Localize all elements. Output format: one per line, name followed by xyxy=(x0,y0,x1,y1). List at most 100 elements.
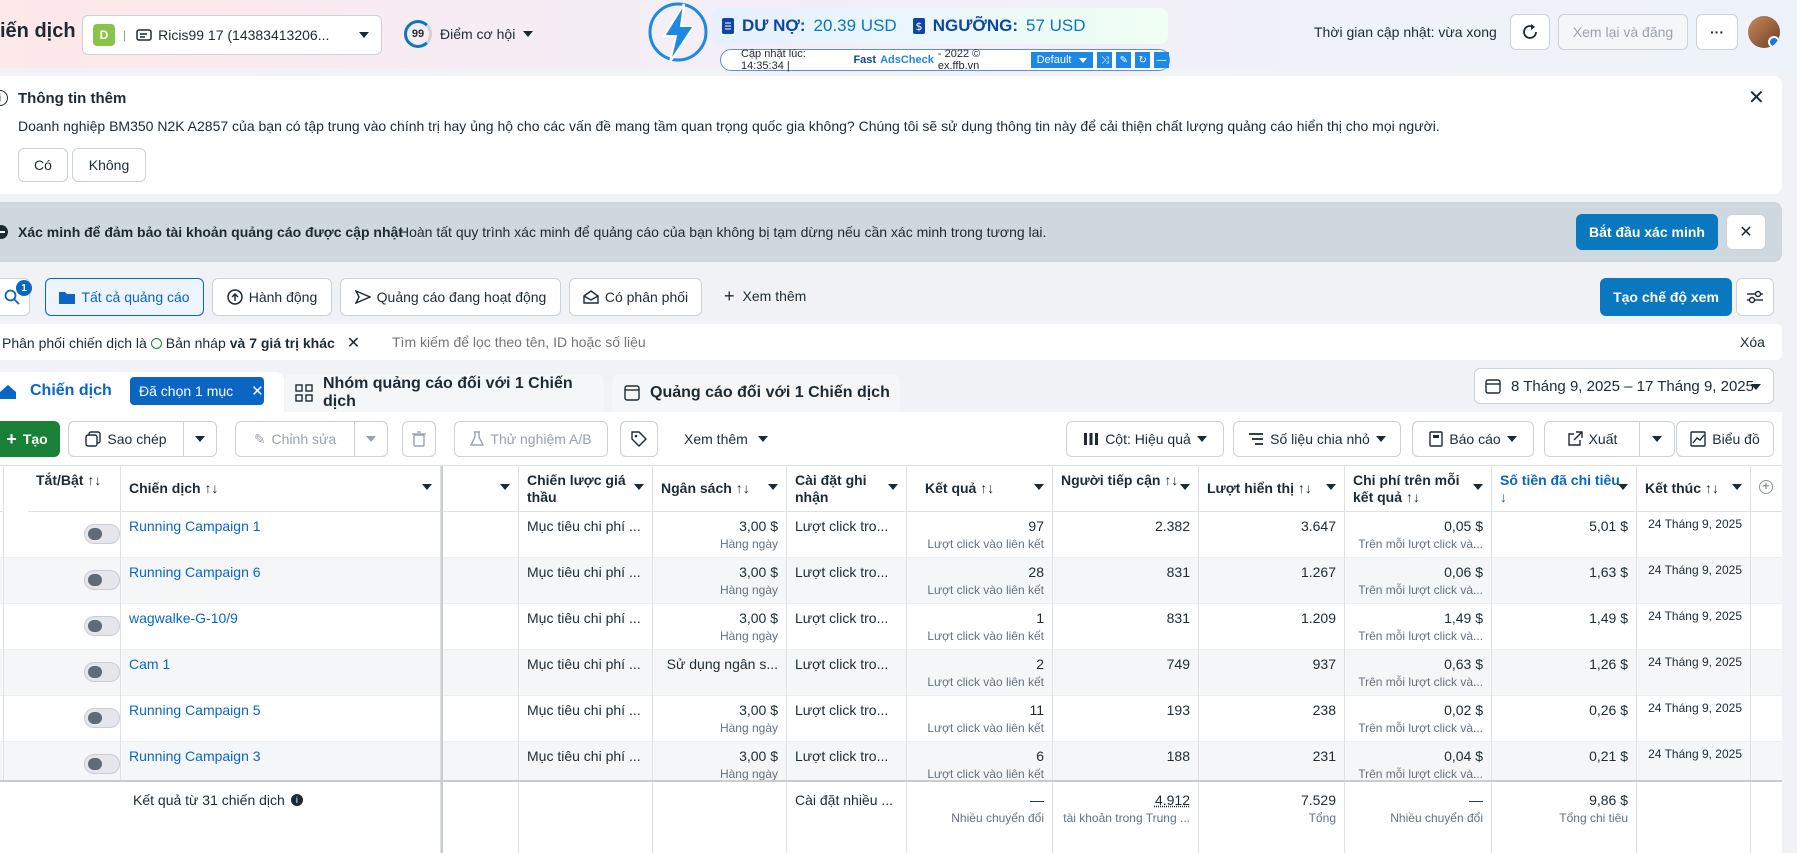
copy-dropdown[interactable] xyxy=(183,421,217,457)
refresh-icon[interactable]: ↻ xyxy=(1135,52,1151,68)
toolbar-see-more[interactable]: Xem thêm xyxy=(684,431,768,447)
campaign-toggle[interactable] xyxy=(84,524,120,544)
columns-button[interactable]: Cột: Hiệu quả xyxy=(1066,421,1224,457)
campaign-toggle[interactable] xyxy=(84,754,120,774)
reach-value: 2.382 xyxy=(1053,512,1199,558)
header-toggle[interactable]: Tắt/Bật ↑↓ xyxy=(28,466,121,512)
no-button[interactable]: Không xyxy=(72,148,146,182)
pencil-icon: ✎ xyxy=(253,430,266,447)
cpr-type: Trên mỗi lượt click và... xyxy=(1358,721,1483,735)
refresh-button[interactable] xyxy=(1510,14,1550,50)
active-ads-button[interactable]: Quảng cáo đang hoạt động xyxy=(340,278,561,316)
close-icon[interactable]: ✕ xyxy=(347,333,360,353)
chevron-down-icon xyxy=(768,484,778,490)
copy-button[interactable]: Sao chép xyxy=(68,421,184,457)
campaign-toggle[interactable] xyxy=(84,570,120,590)
shuffle-icon[interactable]: ⤨ xyxy=(1097,52,1113,68)
yes-button[interactable]: Có xyxy=(18,148,68,182)
table-row[interactable]: Cam 1 Mục tiêu chi phí ... Sử dụng ngân … xyxy=(0,650,1782,696)
campaign-name[interactable]: Running Campaign 5 xyxy=(121,696,441,742)
header-reach[interactable]: Người tiếp cận ↑↓ xyxy=(1053,466,1199,512)
footer-empty xyxy=(519,782,653,853)
create-view-button[interactable]: Tạo chế độ xem xyxy=(1600,278,1732,316)
campaign-name[interactable]: Running Campaign 6 xyxy=(121,558,441,604)
close-icon[interactable]: ✕ xyxy=(1748,88,1765,108)
chart-button[interactable]: Biểu đồ xyxy=(1676,421,1774,457)
header-cpr[interactable]: Chi phí trên mỗi kết quả ↑↓ xyxy=(1345,466,1492,512)
edit-button[interactable]: ✎ Chỉnh sửa xyxy=(235,421,355,457)
view-settings-button[interactable] xyxy=(1736,278,1774,316)
header-results[interactable]: Kết quả ↑↓ xyxy=(907,466,1053,512)
date-range-picker[interactable]: 8 Tháng 9, 2025 – 17 Tháng 9, 2025 xyxy=(1474,368,1774,404)
table-row[interactable]: wagwalke-G-10/9 Mục tiêu chi phí ... 3,0… xyxy=(0,604,1782,650)
tab-adsets[interactable]: Nhóm quảng cáo đối với 1 Chiến dịch xyxy=(285,374,604,412)
chevron-down-icon xyxy=(422,484,432,490)
breakdown-button[interactable]: Số liệu chia nhỏ xyxy=(1233,421,1401,457)
table-row[interactable]: Running Campaign 6 Mục tiêu chi phí ... … xyxy=(0,558,1782,604)
avatar[interactable] xyxy=(1748,16,1780,48)
header-end[interactable]: Kết thúc ↑↓ xyxy=(1637,466,1751,512)
tab-campaigns[interactable]: Chiến dịch Đã chọn 1 mục ✕ xyxy=(0,372,284,412)
close-verify-button[interactable]: ✕ xyxy=(1726,214,1766,250)
account-selector[interactable]: D | Ricis99 17 (14383413206... xyxy=(82,15,382,55)
results-value: 6 xyxy=(1036,748,1044,764)
export-button[interactable]: Xuất xyxy=(1544,421,1640,457)
actions-button[interactable]: Hành động xyxy=(212,278,332,316)
footer-cpr-sub: Nhiều chuyển đổi xyxy=(1390,811,1483,825)
table-row[interactable]: Running Campaign 5 Mục tiêu chi phí ... … xyxy=(0,696,1782,742)
ab-test-button[interactable]: Thử nghiệm A/B xyxy=(454,421,608,457)
header-impressions[interactable]: Lượt hiển thị ↑↓ xyxy=(1199,466,1345,512)
campaign-toggle[interactable] xyxy=(84,616,120,636)
has-delivery-button[interactable]: Có phân phối xyxy=(569,278,702,316)
start-verify-button[interactable]: Bắt đầu xác minh xyxy=(1576,214,1718,250)
clear-button[interactable]: Xóa xyxy=(1740,334,1765,350)
review-publish-button[interactable]: Xem lại và đăng xyxy=(1558,14,1688,50)
report-button[interactable]: Báo cáo xyxy=(1412,421,1534,457)
filter-chip[interactable]: Phân phối chiến dịch là Bản nháp và 7 gi… xyxy=(2,333,360,353)
header-campaign[interactable]: Chiến dịch ↑↓ xyxy=(121,466,441,512)
header-hidden[interactable] xyxy=(441,466,519,512)
header-bid[interactable]: Chiến lược giá thầu xyxy=(519,466,653,512)
footer-reach-value: 4.912 xyxy=(1154,792,1190,808)
campaign-name[interactable]: Running Campaign 1 xyxy=(121,512,441,558)
search-input[interactable] xyxy=(392,330,1692,354)
create-label: Tạo xyxy=(22,431,48,447)
tab-ads[interactable]: Quảng cáo đối với 1 Chiến dịch xyxy=(612,374,900,412)
table-row[interactable]: Running Campaign 1 Mục tiêu chi phí ... … xyxy=(0,512,1782,558)
chevron-down-icon xyxy=(1652,436,1662,442)
campaign-name[interactable]: Cam 1 xyxy=(121,650,441,696)
all-ads-button[interactable]: Tất cả quảng cáo xyxy=(45,278,204,316)
cpr-type: Trên mỗi lượt click và... xyxy=(1358,537,1483,551)
campaign-name[interactable]: wagwalke-G-10/9 xyxy=(121,604,441,650)
create-button[interactable]: + Tạo xyxy=(0,421,60,457)
export-dropdown[interactable] xyxy=(1639,421,1675,457)
folder-icon xyxy=(59,291,76,304)
row-select-cell xyxy=(0,696,4,742)
see-more-filters[interactable]: + Xem thêm xyxy=(724,287,806,305)
more-button[interactable]: ··· xyxy=(1696,14,1738,50)
opportunity-score[interactable]: 99 Điểm cơ hội xyxy=(404,20,534,48)
close-icon[interactable]: ✕ xyxy=(251,382,264,400)
edit-icon[interactable]: ✎ xyxy=(1116,52,1132,68)
document-icon xyxy=(722,18,734,34)
tag-button[interactable] xyxy=(620,421,658,457)
cpr-cell: 0,05 $ Trên mỗi lượt click và... xyxy=(1345,512,1492,558)
brand-adscheck: AdsCheck xyxy=(880,54,934,66)
chip-value: Bản nháp xyxy=(165,335,226,351)
minimize-icon[interactable]: — xyxy=(1154,52,1169,68)
chart-icon xyxy=(1690,431,1706,447)
header-attribution[interactable]: Cài đặt ghi nhận xyxy=(787,466,907,512)
update-timestamp: Cập nhật lúc: 14:35:34 | xyxy=(741,48,806,72)
add-column-button[interactable]: + xyxy=(1751,466,1782,512)
campaign-toggle[interactable] xyxy=(84,708,120,728)
edit-dropdown[interactable] xyxy=(354,421,388,457)
delete-button[interactable] xyxy=(402,421,436,457)
selected-chip[interactable]: Đã chọn 1 mục ✕ xyxy=(130,377,264,405)
adscheck-status-bar: Cập nhật lúc: 14:35:34 | Fast AdsCheck -… xyxy=(720,48,1170,72)
campaign-toggle[interactable] xyxy=(84,662,120,682)
header-spent[interactable]: Số tiền đã chi tiêu ↓ xyxy=(1492,466,1637,512)
info-icon[interactable]: i xyxy=(290,794,303,806)
header-budget[interactable]: Ngân sách ↑↓ xyxy=(653,466,787,512)
results-cell: 97 Lượt click vào liên kết xyxy=(907,512,1053,558)
preset-select[interactable]: Default xyxy=(1030,52,1094,68)
